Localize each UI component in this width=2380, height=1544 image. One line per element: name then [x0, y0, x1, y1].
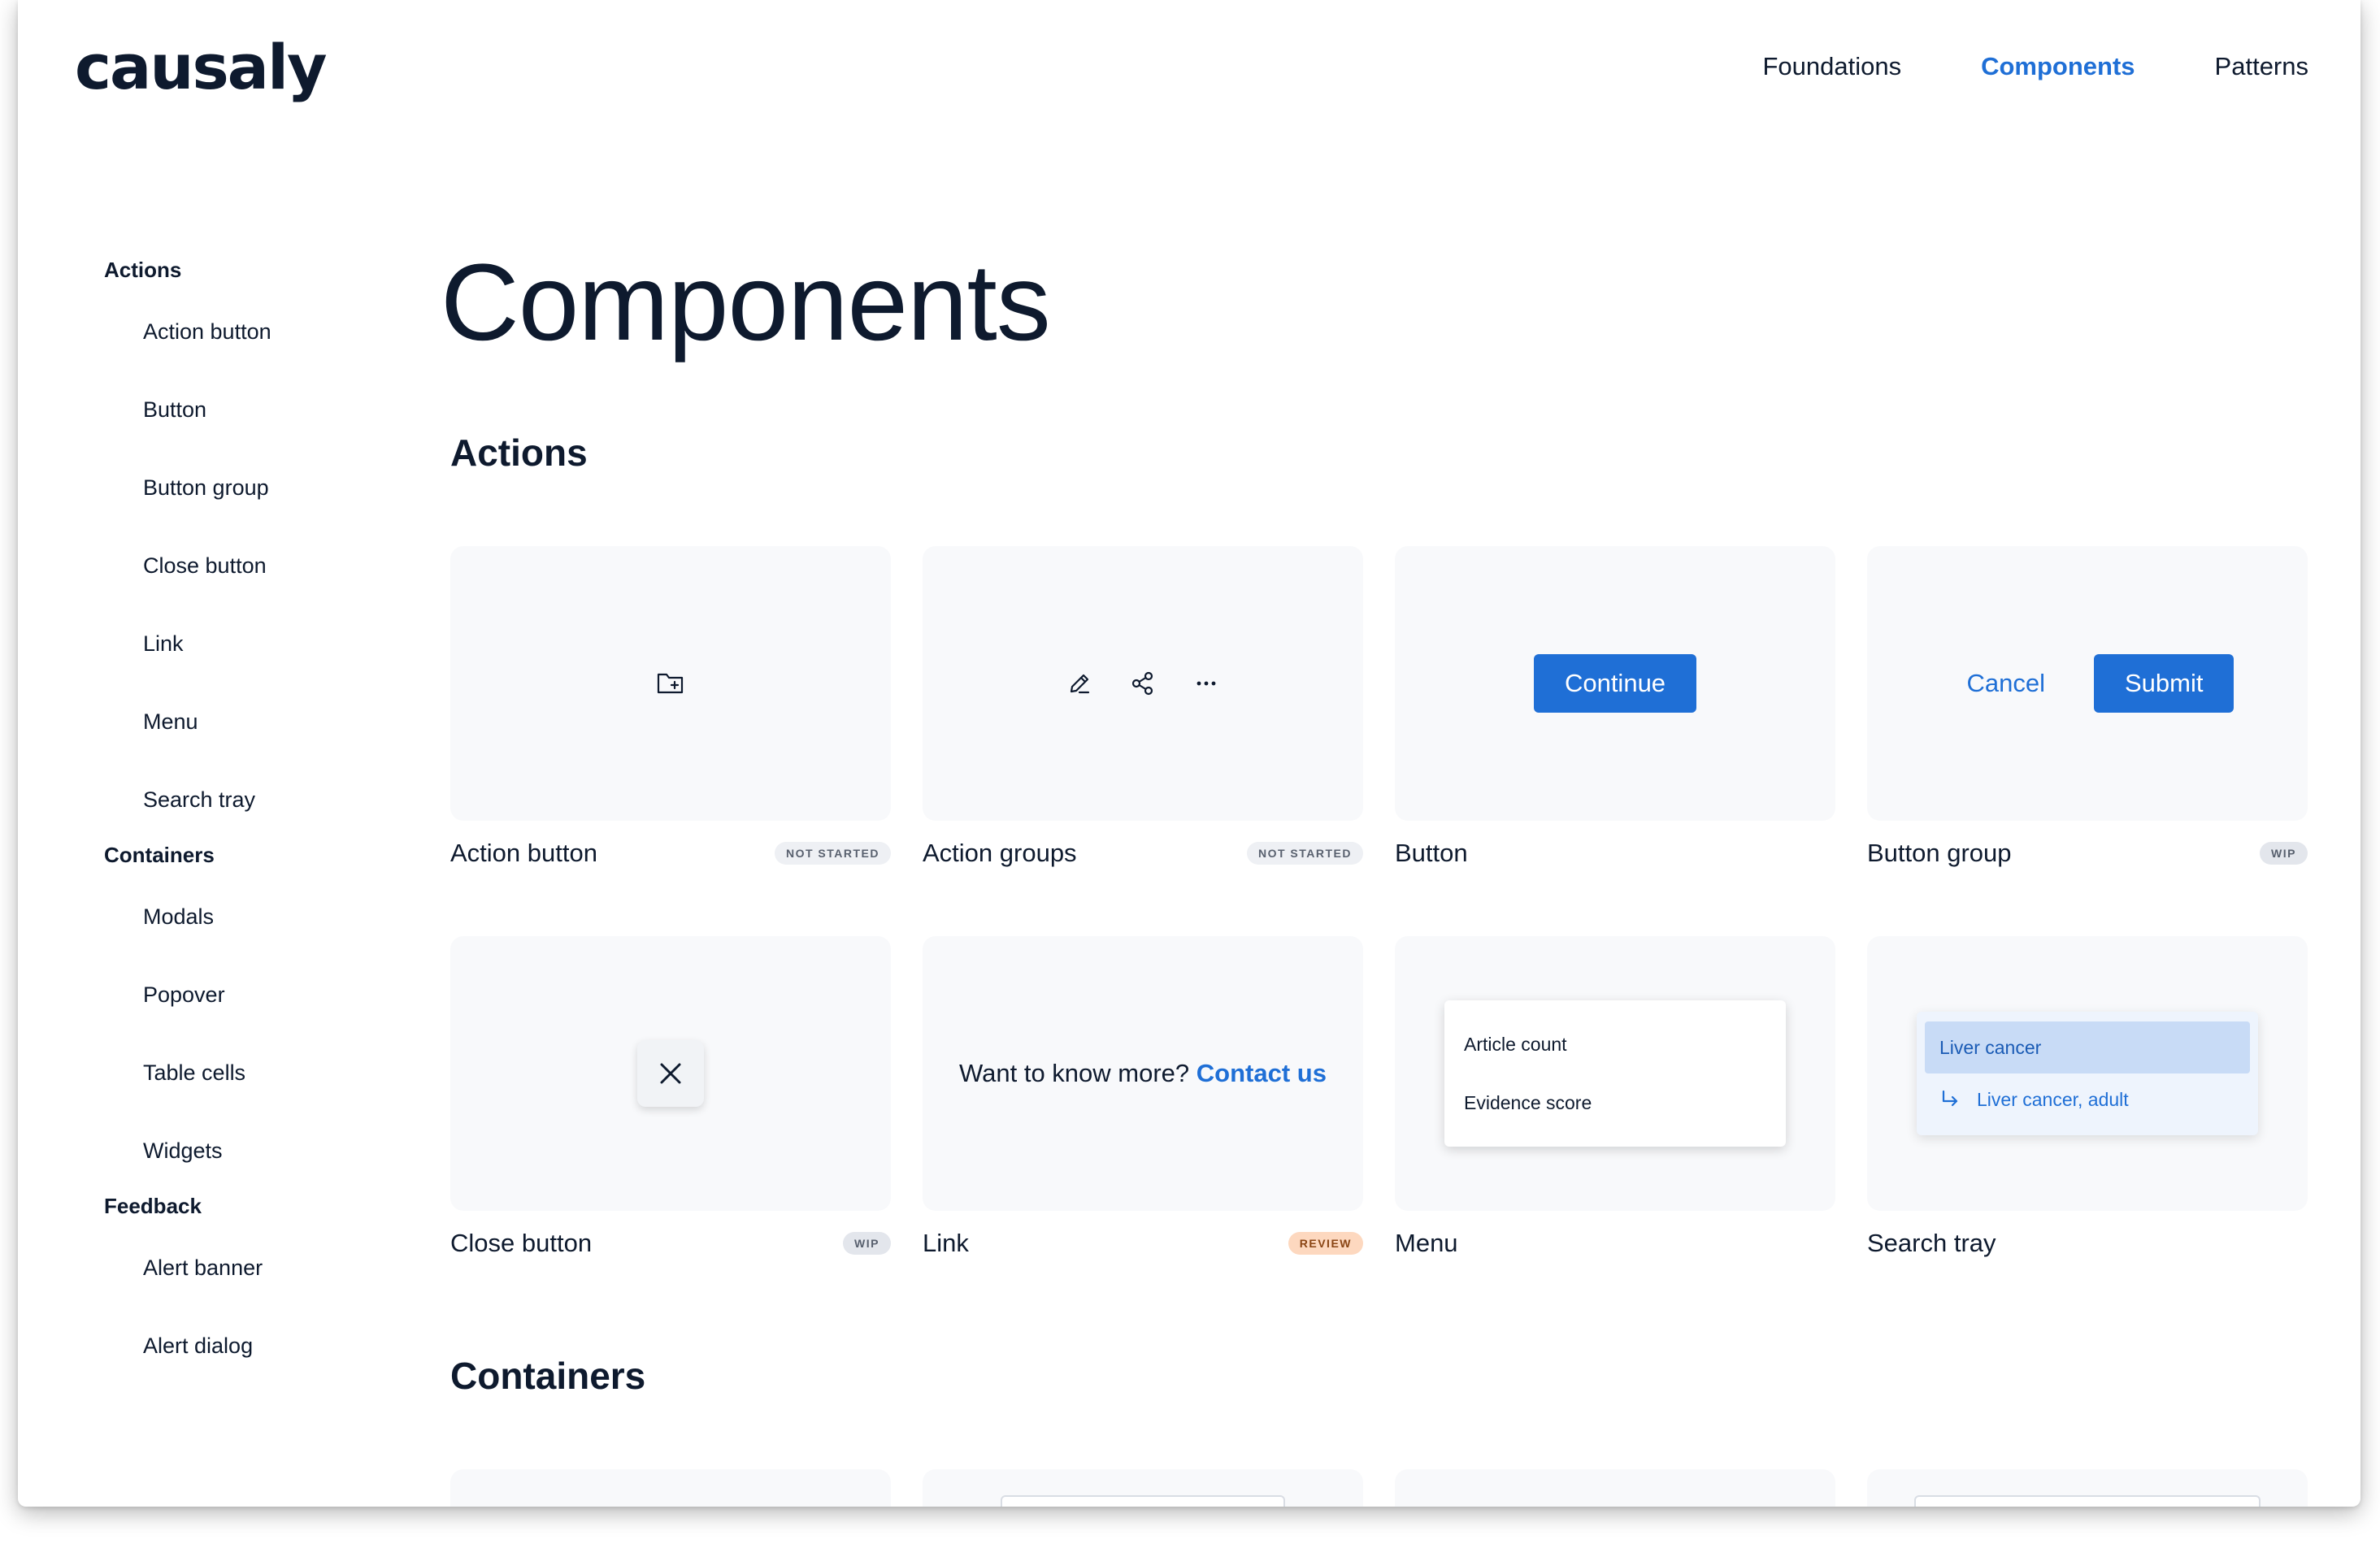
card-footer: Action button NOT STARTED	[450, 839, 891, 868]
sidebar: Actions Action button Button Button grou…	[104, 254, 380, 1385]
card-preview[interactable]: Article count Evidence score	[1395, 936, 1835, 1211]
action-group-icons	[1066, 670, 1219, 696]
card-name[interactable]: Link	[923, 1229, 969, 1258]
card-preview[interactable]	[1395, 1469, 1835, 1507]
card-close-button: Close button WIP	[450, 936, 891, 1326]
card-button: Continue Button	[1395, 546, 1835, 936]
nav-patterns[interactable]: Patterns	[2215, 52, 2308, 81]
close-button[interactable]	[637, 1040, 704, 1107]
card-preview[interactable]	[923, 1469, 1363, 1507]
nav-components[interactable]: Components	[1981, 52, 2135, 81]
card-footer: Menu	[1395, 1229, 1835, 1258]
sidebar-item-alert-banner[interactable]: Alert banner	[104, 1229, 380, 1307]
containers-card-grid	[450, 1469, 2308, 1507]
status-badge: WIP	[2260, 842, 2308, 865]
card-preview[interactable]: Cancel Submit	[1867, 546, 2308, 821]
menu-demo: Article count Evidence score	[1444, 1000, 1786, 1147]
widget-preview-shape	[1914, 1495, 2261, 1507]
menu-item[interactable]: Article count	[1444, 1015, 1786, 1073]
top-nav: Foundations Components Patterns	[1762, 52, 2308, 81]
card-action-groups: Action groups NOT STARTED	[923, 546, 1363, 936]
sidebar-item-button-group[interactable]: Button group	[104, 449, 380, 527]
sidebar-item-popover[interactable]: Popover	[104, 956, 380, 1034]
sidebar-item-close-button[interactable]: Close button	[104, 527, 380, 605]
submit-button[interactable]: Submit	[2094, 654, 2235, 713]
causaly-logo[interactable]: causaly	[75, 31, 328, 103]
card-search-tray: Liver cancer Liver cancer, adult Search …	[1867, 936, 2308, 1326]
sidebar-item-menu[interactable]: Menu	[104, 683, 380, 761]
sidebar-item-link[interactable]: Link	[104, 605, 380, 683]
sidebar-item-widgets[interactable]: Widgets	[104, 1112, 380, 1190]
link-demo-text: Want to know more? Contact us	[959, 1059, 1327, 1088]
sidebar-group-title: Containers	[104, 843, 215, 867]
section-title-containers: Containers	[450, 1355, 646, 1397]
status-badge: WIP	[843, 1232, 891, 1255]
card-button-group: Cancel Submit Button group WIP	[1867, 546, 2308, 936]
card-footer: Search tray	[1867, 1229, 2308, 1258]
card-name[interactable]: Search tray	[1867, 1229, 1996, 1258]
card-link: Want to know more? Contact us Link REVIE…	[923, 936, 1363, 1326]
card-name[interactable]: Menu	[1395, 1229, 1458, 1258]
card-preview[interactable]	[450, 936, 891, 1211]
tray-item-label: Liver cancer	[1939, 1037, 2042, 1058]
tray-item[interactable]: Liver cancer, adult	[1925, 1073, 2250, 1125]
continue-button[interactable]: Continue	[1533, 654, 1697, 713]
nav-foundations[interactable]: Foundations	[1762, 52, 1901, 81]
status-badge: NOT STARTED	[1246, 842, 1363, 865]
more-horizontal-icon[interactable]	[1193, 670, 1219, 696]
card-preview[interactable]	[1867, 1469, 2308, 1507]
modal-preview-shape	[1001, 1495, 1285, 1507]
sidebar-item-action-button[interactable]: Action button	[104, 293, 380, 371]
actions-card-grid: Action button NOT STARTED Action groups …	[450, 546, 2308, 1326]
menu-item[interactable]: Evidence score	[1444, 1073, 1786, 1132]
card-name[interactable]: Close button	[450, 1229, 592, 1258]
card-preview[interactable]: Want to know more? Contact us	[923, 936, 1363, 1211]
sidebar-group-actions: Actions Action button Button Button grou…	[104, 254, 380, 839]
search-tray-demo: Liver cancer Liver cancer, adult	[1917, 1012, 2258, 1135]
sidebar-group-title: Feedback	[104, 1194, 202, 1218]
card-preview[interactable]	[923, 546, 1363, 821]
card-preview[interactable]	[450, 1469, 891, 1507]
sidebar-item-table-cells[interactable]: Table cells	[104, 1034, 380, 1112]
card-name[interactable]: Button	[1395, 839, 1468, 868]
app-window: causaly Foundations Components Patterns …	[18, 0, 2360, 1507]
card-footer: Action groups NOT STARTED	[923, 839, 1363, 868]
edit-pen-icon[interactable]	[1066, 670, 1092, 696]
card-footer: Button	[1395, 839, 1835, 868]
page-title: Components	[441, 242, 1051, 363]
card-action-button: Action button NOT STARTED	[450, 546, 891, 936]
card-name[interactable]: Action button	[450, 839, 597, 868]
tray-item-label: Liver cancer, adult	[1977, 1089, 2129, 1110]
card-name[interactable]: Button group	[1867, 839, 2012, 868]
card-preview[interactable]	[450, 546, 891, 821]
sidebar-item-alert-dialog[interactable]: Alert dialog	[104, 1307, 380, 1385]
contact-us-link[interactable]: Contact us	[1197, 1059, 1327, 1087]
close-icon	[658, 1060, 684, 1086]
sidebar-item-modals[interactable]: Modals	[104, 878, 380, 956]
sidebar-group-feedback: Feedback Alert banner Alert dialog	[104, 1190, 380, 1385]
share-icon[interactable]	[1130, 670, 1156, 696]
folder-plus-icon[interactable]	[657, 671, 684, 696]
sidebar-group-title: Actions	[104, 258, 182, 282]
card-footer: Button group WIP	[1867, 839, 2308, 868]
sidebar-item-search-tray[interactable]: Search tray	[104, 761, 380, 839]
card-preview[interactable]: Liver cancer Liver cancer, adult	[1867, 936, 2308, 1211]
status-badge: REVIEW	[1288, 1232, 1363, 1255]
card-footer: Link REVIEW	[923, 1229, 1363, 1258]
tray-item-selected[interactable]: Liver cancer	[1925, 1021, 2250, 1073]
link-prefix-text: Want to know more?	[959, 1059, 1190, 1087]
button-group-demo: Cancel Submit	[1941, 654, 2235, 713]
cancel-button[interactable]: Cancel	[1941, 669, 2072, 698]
card-footer: Close button WIP	[450, 1229, 891, 1258]
sidebar-group-containers: Containers Modals Popover Table cells Wi…	[104, 839, 380, 1190]
status-badge: NOT STARTED	[774, 842, 891, 865]
card-name[interactable]: Action groups	[923, 839, 1077, 868]
subdirectory-arrow-icon	[1939, 1089, 1961, 1110]
card-menu: Article count Evidence score Menu	[1395, 936, 1835, 1326]
card-preview[interactable]: Continue	[1395, 546, 1835, 821]
section-title-actions: Actions	[450, 432, 588, 474]
sidebar-item-button[interactable]: Button	[104, 371, 380, 449]
